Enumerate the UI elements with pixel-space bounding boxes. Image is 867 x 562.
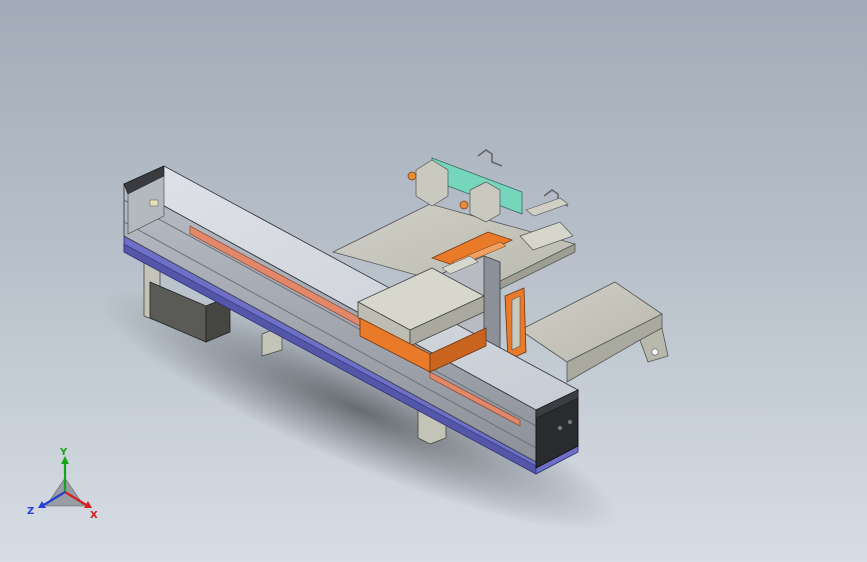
x-axis-label: X [90, 510, 98, 521]
y-axis-label: Y [59, 447, 68, 458]
z-axis-label: Z [27, 506, 34, 517]
coordinate-triad: Y X Z [27, 447, 98, 521]
model-viewport[interactable]: Y X Z [0, 0, 867, 562]
cad-assembly-model[interactable]: Y X Z [0, 0, 867, 562]
rear-support-bracket[interactable] [519, 281, 669, 383]
